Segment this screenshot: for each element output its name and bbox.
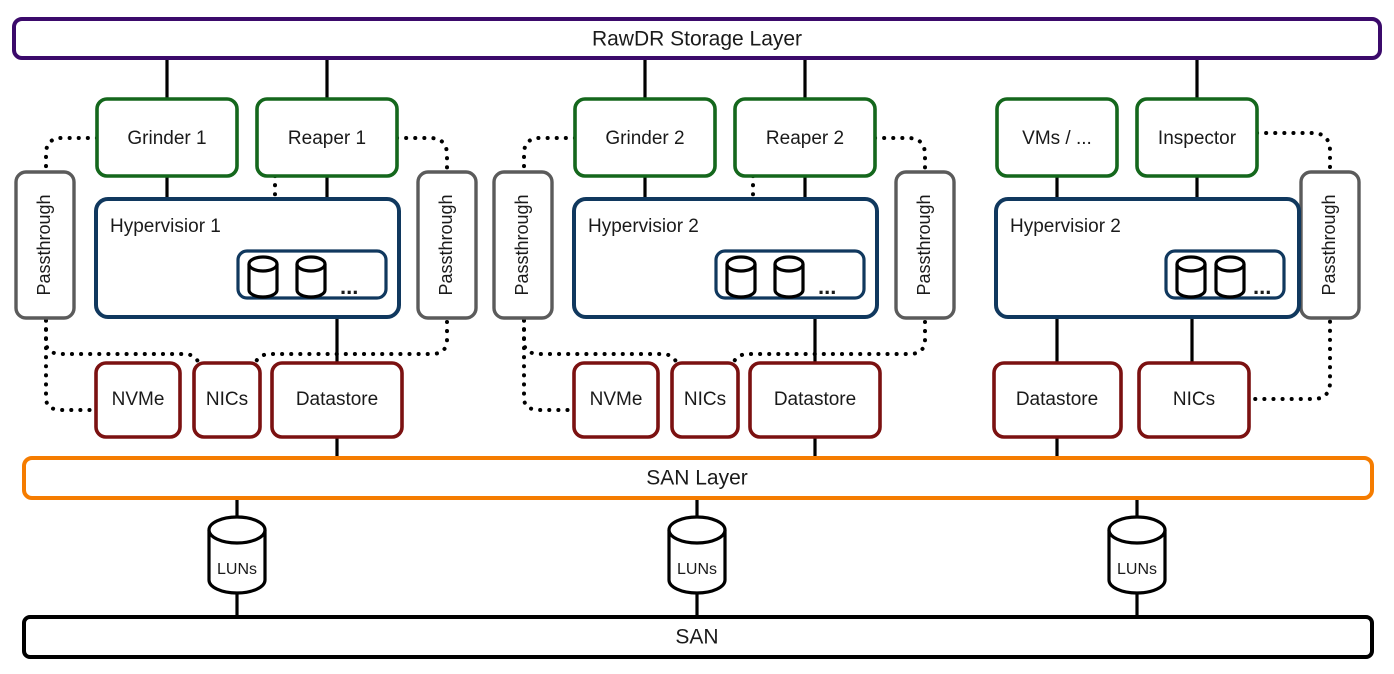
group-1: Passthrough Passthrough Hypervisior 1 ..… bbox=[14, 97, 478, 439]
hardware-node-nics-g1[interactable]: NICs bbox=[192, 361, 262, 439]
vdisk-ellipsis: ... bbox=[340, 274, 358, 299]
vdisk-group-g1[interactable]: ... bbox=[236, 249, 388, 300]
service-node-reaper-2-label: Reaper 2 bbox=[766, 128, 844, 149]
passthrough-right-g1-label: Passthrough bbox=[436, 194, 456, 295]
hardware-node-nvme-g1[interactable]: NVMe bbox=[94, 361, 182, 439]
vdisk-group-g2[interactable]: ... bbox=[714, 249, 866, 300]
passthrough-right-g2[interactable]: Passthrough bbox=[894, 170, 956, 320]
service-node-grinder-1[interactable]: Grinder 1 bbox=[95, 97, 239, 178]
san-bottom-label: SAN bbox=[675, 626, 718, 649]
connectors-services-to-hypervisor bbox=[165, 176, 1199, 199]
vdisk-group-g3[interactable]: ... bbox=[1164, 249, 1286, 300]
san-bottom-bar[interactable]: SAN bbox=[22, 615, 1374, 659]
service-node-reaper-1-label: Reaper 1 bbox=[288, 128, 366, 149]
lun-cylinder-g1[interactable]: LUNs bbox=[207, 515, 267, 595]
rawdr-layer-label: RawDR Storage Layer bbox=[592, 28, 802, 51]
hardware-node-datastore-g3[interactable]: Datastore bbox=[992, 361, 1123, 439]
passthrough-left-g2-label: Passthrough bbox=[512, 194, 532, 295]
architecture-diagram: RawDR Storage Layer Passthrough Passthro… bbox=[0, 0, 1394, 674]
hardware-node-datastore-g2-label: Datastore bbox=[774, 389, 856, 410]
rawdr-storage-layer[interactable]: RawDR Storage Layer bbox=[12, 17, 1382, 60]
service-node-reaper-2[interactable]: Reaper 2 bbox=[733, 97, 877, 178]
service-node-reaper-1[interactable]: Reaper 1 bbox=[255, 97, 399, 178]
hypervisor-g2-label: Hypervisior 2 bbox=[588, 216, 699, 237]
hardware-node-nvme-g2[interactable]: NVMe bbox=[572, 361, 660, 439]
hardware-node-datastore-g3-label: Datastore bbox=[1016, 389, 1098, 410]
san-layer-label: SAN Layer bbox=[646, 467, 748, 490]
hardware-node-nics-g2[interactable]: NICs bbox=[670, 361, 740, 439]
vdisk-cylinder-icon bbox=[247, 255, 279, 299]
lun-cylinder-g2-label: LUNs bbox=[677, 561, 717, 578]
connectors-datastore-to-san-layer bbox=[335, 437, 1059, 458]
passthrough-right-g2-label: Passthrough bbox=[914, 194, 934, 295]
group-3: Passthrough Hypervisior 2 ... VMs / ... bbox=[992, 97, 1361, 439]
lun-cylinder-g1-label: LUNs bbox=[217, 561, 257, 578]
service-node-grinder-2-label: Grinder 2 bbox=[605, 128, 684, 149]
vdisk-cylinder-icon bbox=[773, 255, 805, 299]
vdisk-cylinder-icon bbox=[725, 255, 757, 299]
lun-cylinder-g3-label: LUNs bbox=[1117, 561, 1157, 578]
passthrough-left-g1-label: Passthrough bbox=[34, 194, 54, 295]
service-node-vms-label: VMs / ... bbox=[1022, 128, 1092, 149]
hypervisor-g3[interactable]: Hypervisior 2 ... bbox=[994, 197, 1301, 319]
hardware-node-datastore-g1-label: Datastore bbox=[296, 389, 378, 410]
passthrough-left-g2[interactable]: Passthrough bbox=[492, 170, 554, 320]
service-node-grinder-1-label: Grinder 1 bbox=[127, 128, 206, 149]
passthrough-right-g3[interactable]: Passthrough bbox=[1299, 170, 1361, 320]
hardware-node-nics-g3-label: NICs bbox=[1173, 389, 1215, 410]
hardware-node-datastore-g1[interactable]: Datastore bbox=[270, 361, 404, 439]
passthrough-right-g3-label: Passthrough bbox=[1319, 194, 1339, 295]
hardware-node-nvme-g1-label: NVMe bbox=[112, 389, 165, 410]
service-node-grinder-2[interactable]: Grinder 2 bbox=[573, 97, 717, 178]
lun-cylinder-g2[interactable]: LUNs bbox=[667, 515, 727, 595]
hardware-node-nics-g3[interactable]: NICs bbox=[1137, 361, 1251, 439]
hardware-node-nvme-g2-label: NVMe bbox=[590, 389, 643, 410]
vdisk-ellipsis: ... bbox=[1253, 274, 1271, 299]
service-node-vms[interactable]: VMs / ... bbox=[995, 97, 1119, 178]
hypervisor-g2[interactable]: Hypervisior 2 ... bbox=[572, 197, 879, 319]
hardware-node-nics-g1-label: NICs bbox=[206, 389, 248, 410]
san-layer[interactable]: SAN Layer bbox=[22, 456, 1374, 500]
hardware-node-datastore-g2[interactable]: Datastore bbox=[748, 361, 882, 439]
diagram-canvas: RawDR Storage Layer Passthrough Passthro… bbox=[12, 17, 1382, 659]
group-2: Passthrough Passthrough Hypervisior 2 ..… bbox=[492, 97, 956, 439]
vdisk-cylinder-icon bbox=[1175, 255, 1207, 299]
lun-cylinder-g3[interactable]: LUNs bbox=[1107, 515, 1167, 595]
service-node-inspector[interactable]: Inspector bbox=[1135, 97, 1259, 178]
vdisk-cylinder-icon bbox=[1214, 255, 1246, 299]
passthrough-left-g1[interactable]: Passthrough bbox=[14, 170, 76, 320]
hypervisor-g1[interactable]: Hypervisior 1 ... bbox=[94, 197, 401, 319]
hypervisor-g1-label: Hypervisior 1 bbox=[110, 216, 221, 237]
vdisk-ellipsis: ... bbox=[818, 274, 836, 299]
service-node-inspector-label: Inspector bbox=[1158, 128, 1237, 149]
hypervisor-g3-label: Hypervisior 2 bbox=[1010, 216, 1121, 237]
hardware-node-nics-g2-label: NICs bbox=[684, 389, 726, 410]
connectors-rawdr-to-services bbox=[165, 58, 1199, 99]
passthrough-right-g1[interactable]: Passthrough bbox=[416, 170, 478, 320]
vdisk-cylinder-icon bbox=[295, 255, 327, 299]
